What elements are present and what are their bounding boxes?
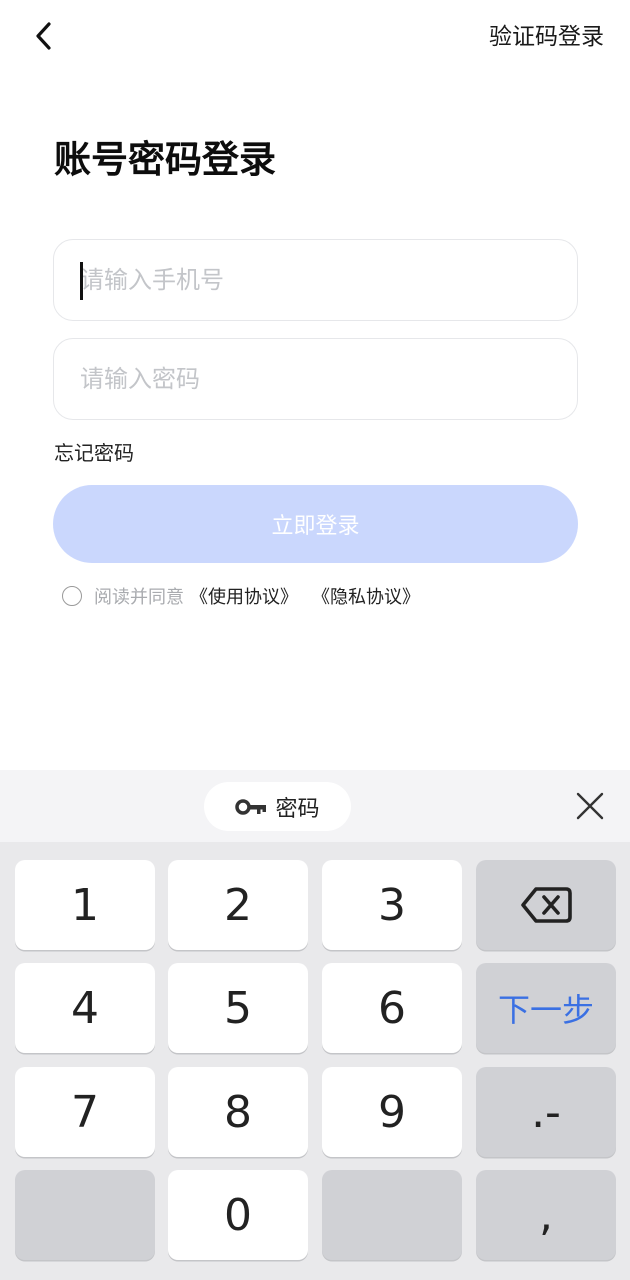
key-0[interactable]: 0 xyxy=(168,1170,308,1260)
key-8[interactable]: 8 xyxy=(168,1067,308,1157)
close-icon xyxy=(576,792,604,820)
key-7[interactable]: 7 xyxy=(15,1067,155,1157)
key-6[interactable]: 6 xyxy=(322,963,462,1053)
key-dot-minus[interactable]: .- xyxy=(476,1067,616,1157)
key-blank-left xyxy=(15,1170,155,1260)
page-title: 账号密码登录 xyxy=(54,138,276,181)
key-9[interactable]: 9 xyxy=(322,1067,462,1157)
text-caret xyxy=(80,262,83,300)
keyboard-close-button[interactable] xyxy=(568,784,612,828)
login-button[interactable]: 立即登录 xyxy=(53,485,578,563)
backspace-icon xyxy=(521,887,572,923)
password-suggestion-label: 密码 xyxy=(275,796,320,822)
key-backspace[interactable] xyxy=(476,860,616,950)
key-4[interactable]: 4 xyxy=(15,963,155,1053)
key-comma[interactable]: , xyxy=(476,1170,616,1260)
key-blank-right xyxy=(322,1170,462,1260)
chevron-left-icon xyxy=(36,22,51,50)
key-1[interactable]: 1 xyxy=(15,860,155,950)
key-3[interactable]: 3 xyxy=(322,860,462,950)
password-suggestion-button[interactable]: 密码 xyxy=(204,782,351,831)
agree-radio[interactable] xyxy=(62,586,82,606)
agreement-prefix: 阅读并同意 xyxy=(94,587,184,608)
sms-login-link[interactable]: 验证码登录 xyxy=(489,22,604,52)
key-next[interactable]: 下一步 xyxy=(476,963,616,1053)
key-2[interactable]: 2 xyxy=(168,860,308,950)
back-button[interactable] xyxy=(22,14,66,58)
phone-field[interactable] xyxy=(53,239,578,321)
phone-input[interactable] xyxy=(80,240,550,320)
key-5[interactable]: 5 xyxy=(168,963,308,1053)
forgot-password-link[interactable]: 忘记密码 xyxy=(54,440,134,466)
keyboard-toolbar: 密码 xyxy=(0,770,630,842)
terms-link[interactable]: 《使用协议》 xyxy=(190,583,298,609)
password-input[interactable] xyxy=(80,339,550,419)
key-icon xyxy=(235,798,267,815)
password-field[interactable] xyxy=(53,338,578,420)
agreement-row: 阅读并同意 《使用协议》 《隐私协议》 xyxy=(62,583,434,609)
privacy-link[interactable]: 《隐私协议》 xyxy=(312,583,420,609)
